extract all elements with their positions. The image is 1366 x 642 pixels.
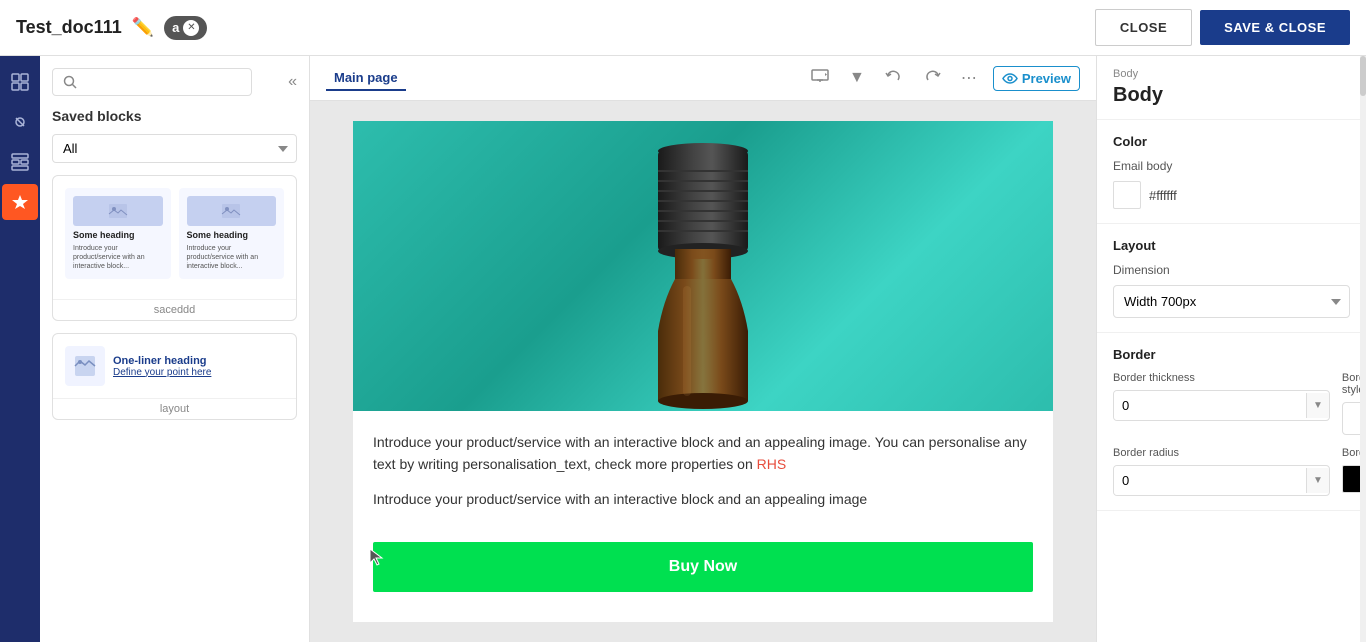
search-icon — [63, 75, 77, 89]
width-select[interactable]: Width 700px Width 600px Width 800px Full… — [1113, 285, 1350, 318]
block-card-single-content: One-liner heading Define your point here — [53, 334, 296, 398]
blocks-sidebar: « Saved blocks All Layout Content Text — [40, 56, 310, 642]
preview-button[interactable]: Preview — [993, 66, 1080, 91]
color-swatch[interactable] — [1113, 181, 1141, 209]
block-preview-heading-right: Some heading — [187, 230, 249, 240]
border-radius-col: Border radius ▼ — [1113, 447, 1330, 496]
block-preview-image-left — [73, 196, 163, 226]
chevron-down-device-icon[interactable]: ▼ — [845, 65, 869, 91]
icon-sidebar — [0, 56, 40, 642]
border-thickness-col: Border thickness ▼ — [1113, 372, 1330, 435]
block-card-layout[interactable]: One-liner heading Define your point here… — [52, 333, 297, 420]
email-body-label: Email body — [1113, 159, 1350, 173]
canvas-area: Main page ▼ — [310, 56, 1096, 642]
filter-row: All Layout Content Text — [52, 134, 297, 163]
single-card-subtext: Define your point here — [113, 367, 284, 378]
props-panel: Body Body Color Email body #ffffff Layou… — [1096, 56, 1366, 642]
email-cta-section: Buy Now — [353, 532, 1053, 612]
border-thickness-input[interactable] — [1114, 391, 1306, 420]
block-preview-text-right: Introduce your product/service with an i… — [187, 244, 277, 271]
border-section-title: Border — [1113, 347, 1350, 362]
props-header: Body Body — [1097, 56, 1366, 120]
document-title: Test_doc111 — [16, 17, 122, 38]
color-row: #ffffff — [1113, 181, 1350, 209]
eye-icon — [1002, 73, 1018, 84]
collapse-sidebar-icon[interactable]: « — [288, 73, 297, 91]
block-preview-left: Some heading Introduce your product/serv… — [65, 188, 171, 279]
edit-title-icon[interactable]: ✏️ — [132, 17, 154, 38]
tab-main-page[interactable]: Main page — [326, 66, 406, 91]
sidebar-icon-components[interactable] — [2, 144, 38, 180]
close-button[interactable]: CLOSE — [1095, 9, 1192, 46]
border-radius-input-row: ▼ — [1113, 465, 1330, 496]
props-color-section: Color Email body #ffffff — [1097, 120, 1366, 224]
blocks-sidebar-header: « — [52, 68, 297, 96]
props-title: Body — [1113, 84, 1350, 107]
sidebar-icon-layers[interactable] — [2, 104, 38, 140]
props-border-section: Border Border thickness ▼ Border style N… — [1097, 333, 1366, 511]
email-body-text: Introduce your product/service with an i… — [353, 411, 1053, 532]
canvas-scroll[interactable]: Introduce your product/service with an i… — [310, 101, 1096, 642]
search-box[interactable] — [52, 68, 252, 96]
border-thickness-label: Border thickness — [1113, 372, 1330, 384]
block-card-saceddd[interactable]: Some heading Introduce your product/serv… — [52, 175, 297, 321]
device-selector-icon[interactable] — [807, 65, 833, 92]
sidebar-icon-grid[interactable] — [2, 64, 38, 100]
dimension-label: Dimension — [1113, 263, 1350, 277]
canvas-toolbar: Main page ▼ — [310, 56, 1096, 101]
scrollbar-thumb[interactable] — [1360, 56, 1366, 96]
undo-icon[interactable] — [881, 65, 907, 92]
sidebar-icon-star[interactable] — [2, 184, 38, 220]
block-card-inner: Some heading Introduce your product/serv… — [53, 176, 296, 299]
filter-select[interactable]: All Layout Content Text — [52, 134, 297, 163]
block-preview-thumbnail — [65, 346, 105, 386]
block-preview-heading-left: Some heading — [73, 230, 135, 240]
block-label-layout: layout — [53, 398, 296, 419]
block-preview-image-right — [187, 196, 277, 226]
main-layout: « Saved blocks All Layout Content Text — [0, 56, 1366, 642]
single-card-heading: One-liner heading — [113, 355, 284, 367]
saved-blocks-title: Saved blocks — [52, 108, 297, 124]
topbar: Test_doc111 ✏️ a ✕ CLOSE SAVE & CLOSE — [0, 0, 1366, 56]
color-hex-value: #ffffff — [1149, 188, 1177, 203]
border-radius-arrow[interactable]: ▼ — [1306, 468, 1329, 493]
cta-button[interactable]: Buy Now — [373, 542, 1033, 592]
block-preview-grid: Some heading Introduce your product/serv… — [65, 188, 284, 279]
props-breadcrumb: Body — [1113, 68, 1350, 80]
border-top-row: Border thickness ▼ Border style None Sol… — [1113, 372, 1350, 435]
topbar-right: CLOSE SAVE & CLOSE — [1095, 9, 1350, 46]
border-thickness-input-row: ▼ — [1113, 390, 1330, 421]
more-options-icon[interactable]: ⋯ — [957, 64, 981, 92]
color-section-title: Color — [1113, 134, 1350, 149]
bottle-svg — [603, 121, 803, 411]
border-radius-input[interactable] — [1114, 466, 1306, 495]
remove-user-icon[interactable]: ✕ — [183, 20, 199, 36]
email-canvas: Introduce your product/service with an i… — [353, 121, 1053, 622]
border-thickness-arrow[interactable]: ▼ — [1306, 393, 1329, 418]
border-bottom-row: Border radius ▼ Border color #000000 — [1113, 447, 1350, 496]
save-close-button[interactable]: SAVE & CLOSE — [1200, 10, 1350, 45]
user-initial: a — [172, 20, 179, 35]
email-paragraph-1: Introduce your product/service with an i… — [373, 431, 1033, 476]
block-preview-right: Some heading Introduce your product/serv… — [179, 188, 285, 279]
user-badge: a ✕ — [164, 16, 207, 40]
rhs-link[interactable]: RHS — [757, 456, 787, 472]
border-radius-label: Border radius — [1113, 447, 1330, 459]
redo-icon[interactable] — [919, 65, 945, 92]
width-select-wrap: Width 700px Width 600px Width 800px Full… — [1113, 285, 1350, 318]
email-hero-image — [353, 121, 1053, 411]
scrollbar-track[interactable] — [1360, 56, 1366, 642]
preview-label: Preview — [1022, 71, 1071, 86]
layout-section-title: Layout — [1113, 238, 1350, 253]
topbar-left: Test_doc111 ✏️ a ✕ — [16, 16, 207, 40]
props-layout-section: Layout Dimension Width 700px Width 600px… — [1097, 224, 1366, 333]
email-paragraph-2: Introduce your product/service with an i… — [373, 488, 1033, 510]
block-preview-text-left: Introduce your product/service with an i… — [73, 244, 163, 271]
block-label-saceddd: saceddd — [53, 299, 296, 320]
